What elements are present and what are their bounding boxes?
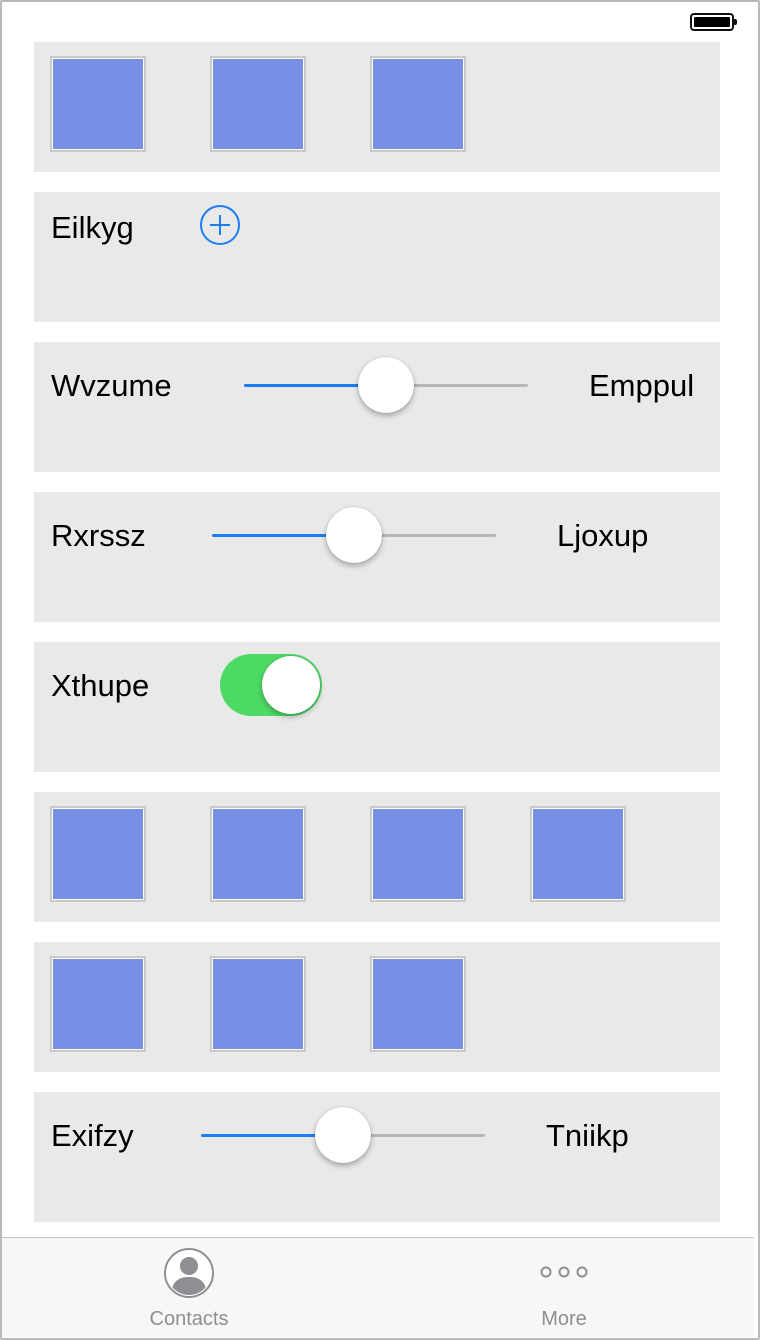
image-tile[interactable] <box>370 806 466 902</box>
add-row: Eilkyg <box>34 192 720 322</box>
image-tile[interactable] <box>370 956 466 1052</box>
slider[interactable] <box>212 507 496 563</box>
slider-min-label: Wvzume <box>51 368 172 403</box>
contacts-icon <box>164 1248 214 1298</box>
row-label: Eilkyg <box>51 210 134 245</box>
image-tile[interactable] <box>50 806 146 902</box>
image-tile[interactable] <box>210 956 306 1052</box>
image-tile[interactable] <box>50 956 146 1052</box>
slider-thumb[interactable] <box>358 357 414 413</box>
slider-row-2: Rxrssz Ljoxup <box>34 492 720 622</box>
toggle-switch[interactable] <box>220 654 322 716</box>
tab-label: Contacts <box>149 1308 229 1330</box>
slider-thumb[interactable] <box>315 1107 371 1163</box>
image-tile[interactable] <box>530 806 626 902</box>
slider-min-label: Exifzy <box>51 1118 134 1153</box>
image-row-1 <box>34 42 720 172</box>
slider-thumb[interactable] <box>326 507 382 563</box>
tab-contacts[interactable]: Contacts <box>89 1238 289 1337</box>
slider[interactable] <box>201 1107 485 1163</box>
image-tile[interactable] <box>50 56 146 152</box>
slider-min-label: Rxrssz <box>51 518 146 553</box>
image-tile[interactable] <box>210 56 306 152</box>
tab-label: More <box>541 1308 587 1330</box>
battery-icon <box>690 13 737 31</box>
slider-row-1: Wvzume Emppul <box>34 342 720 472</box>
toggle-knob <box>262 656 320 714</box>
add-circle-icon[interactable] <box>200 205 240 245</box>
slider-max-label: Emppul <box>589 368 695 403</box>
image-row-2 <box>34 792 720 922</box>
slider-row-3: Exifzy Tniikp <box>34 1092 720 1222</box>
slider-max-label: Tniikp <box>546 1118 629 1153</box>
slider[interactable] <box>244 357 528 413</box>
slider-max-label: Ljoxup <box>557 518 649 553</box>
tab-bar: Contacts More <box>2 1237 754 1337</box>
tab-more[interactable]: More <box>464 1238 664 1337</box>
image-tile[interactable] <box>210 806 306 902</box>
image-tile[interactable] <box>370 56 466 152</box>
more-icon <box>540 1266 588 1278</box>
image-row-3 <box>34 942 720 1072</box>
toggle-label: Xthupe <box>51 668 150 703</box>
toggle-row: Xthupe <box>34 642 720 772</box>
